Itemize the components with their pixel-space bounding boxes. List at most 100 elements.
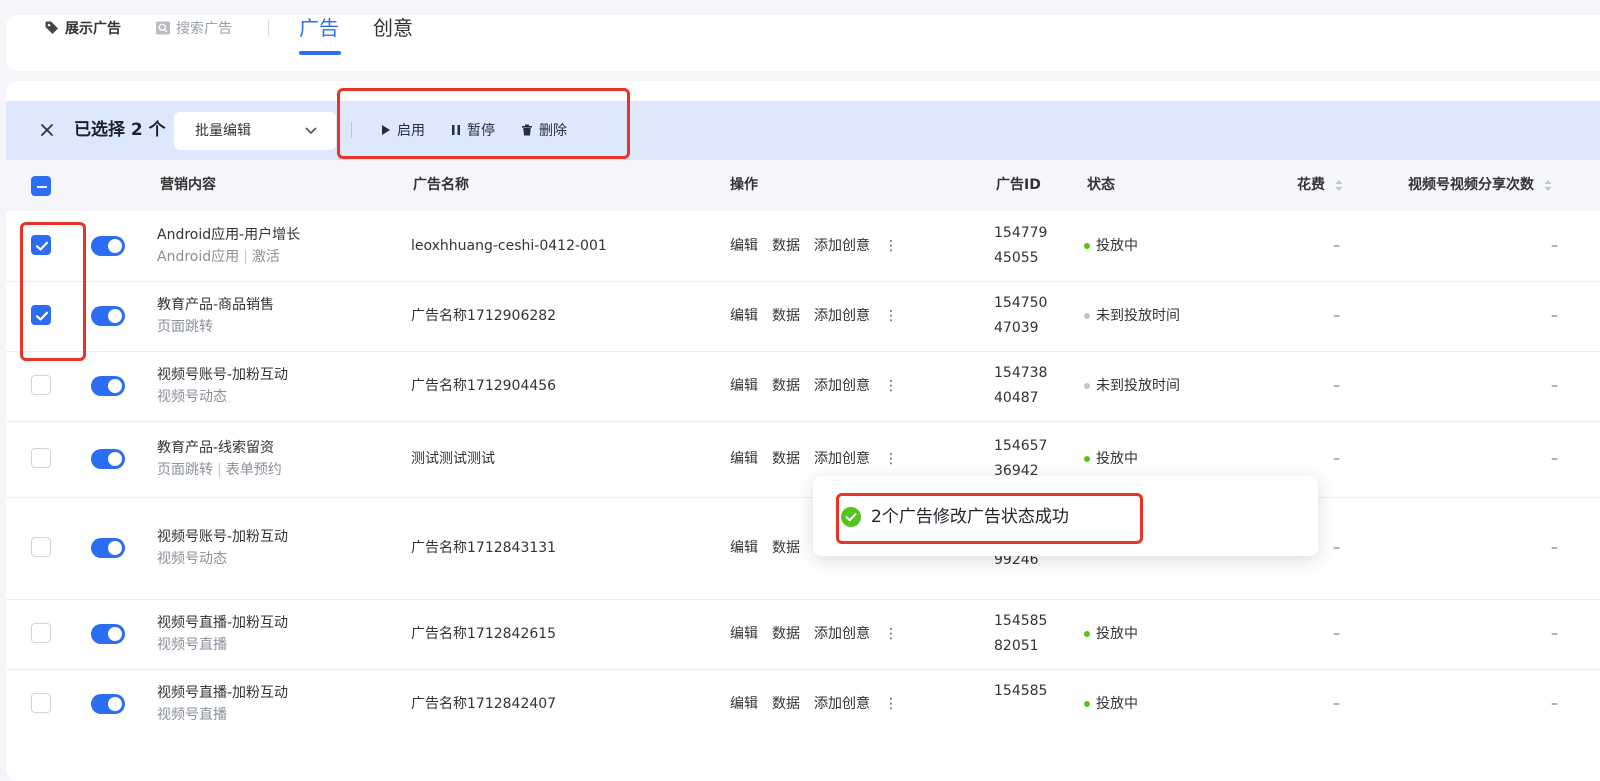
video-shares-value: – — [1551, 238, 1558, 254]
ad-id-line: 154738 — [994, 365, 1048, 381]
delete-button[interactable]: 删除 — [521, 116, 567, 144]
row-operations: 编辑 数据 添加创意 ⋮ — [730, 235, 912, 257]
row-operations: 编辑 数据 添加创意 ⋮ — [730, 693, 912, 715]
add-creative-link[interactable]: 添加创意 — [814, 378, 870, 394]
marketing-subtitle: 视频号直播 — [157, 634, 288, 656]
enable-button[interactable]: 启用 — [381, 116, 425, 144]
ad-id-line: 47039 — [994, 320, 1039, 336]
marketing-subtitle: 页面跳转 — [157, 316, 274, 338]
check-circle-icon — [841, 507, 861, 527]
ad-type-search[interactable]: 搜索广告 — [155, 0, 232, 56]
ad-name: 测试测试测试 — [411, 451, 495, 467]
row-checkbox[interactable] — [31, 448, 51, 468]
ad-status-toggle[interactable] — [91, 624, 125, 644]
ad-type-display[interactable]: 展示广告 — [44, 0, 121, 56]
column-header-cost[interactable]: 花费 — [1297, 160, 1343, 211]
video-shares-value: – — [1551, 451, 1558, 467]
status-badge: 投放中 — [1084, 623, 1138, 645]
marketing-content: Android应用-用户增长 Android应用 | 激活 — [157, 224, 300, 268]
data-link[interactable]: 数据 — [772, 238, 800, 254]
marketing-sub-label: 页面跳转 — [157, 319, 213, 335]
pipe-divider: | — [217, 462, 222, 478]
row-checkbox[interactable] — [31, 537, 51, 557]
tab-creatives[interactable]: 创意 — [373, 0, 413, 56]
ad-name: 广告名称1712904456 — [411, 378, 557, 394]
video-shares-value: – — [1551, 540, 1558, 556]
cost-value: – — [1333, 451, 1340, 467]
cost-value: – — [1333, 238, 1340, 254]
ad-status-toggle[interactable] — [91, 236, 125, 256]
row-operations: 编辑 数据 添加创意 ⋮ — [730, 305, 912, 327]
row-operations: 编辑 数据 添加创意 ⋮ — [730, 448, 912, 470]
more-icon[interactable]: ⋮ — [884, 696, 898, 712]
ad-type-search-label: 搜索广告 — [176, 21, 232, 37]
marketing-content: 教育产品-商品销售 页面跳转 — [157, 294, 274, 338]
ad-status-toggle[interactable] — [91, 306, 125, 326]
row-checkbox[interactable] — [31, 375, 51, 395]
edit-link[interactable]: 编辑 — [730, 540, 758, 556]
more-icon[interactable]: ⋮ — [884, 378, 898, 394]
edit-link[interactable]: 编辑 — [730, 238, 758, 254]
more-icon[interactable]: ⋮ — [884, 451, 898, 467]
edit-link[interactable]: 编辑 — [730, 626, 758, 642]
marketing-sub-label: Android应用 — [157, 249, 240, 265]
row-checkbox[interactable] — [31, 693, 51, 713]
marketing-title: 视频号直播-加粉互动 — [157, 615, 289, 631]
more-icon[interactable]: ⋮ — [884, 238, 898, 254]
add-creative-link[interactable]: 添加创意 — [814, 238, 870, 254]
data-link[interactable]: 数据 — [772, 378, 800, 394]
ad-status-toggle[interactable] — [91, 694, 125, 714]
marketing-subtitle: 视频号动态 — [157, 548, 288, 570]
status-dot — [1084, 313, 1090, 319]
marketing-sub-label: 视频号动态 — [157, 551, 227, 567]
row-checkbox[interactable] — [31, 305, 51, 325]
batch-edit-select[interactable]: 批量编辑 — [174, 112, 336, 150]
marketing-title: 教育产品-线索留资 — [157, 440, 275, 456]
add-creative-link[interactable]: 添加创意 — [814, 626, 870, 642]
ad-id-line: 154779 — [994, 225, 1048, 241]
clear-selection-button[interactable] — [37, 116, 57, 144]
edit-link[interactable]: 编辑 — [730, 451, 758, 467]
top-nav-bar — [6, 15, 1600, 71]
video-shares-value: – — [1551, 308, 1558, 324]
data-link[interactable]: 数据 — [772, 540, 800, 556]
column-header-video-shares[interactable]: 视频号视频分享次数 — [1408, 160, 1552, 211]
sort-icon — [1544, 179, 1552, 191]
ad-status-toggle[interactable] — [91, 449, 125, 469]
more-icon[interactable]: ⋮ — [884, 626, 898, 642]
status-badge: 投放中 — [1084, 448, 1138, 470]
sort-icon — [1335, 179, 1343, 191]
check-icon — [35, 311, 49, 321]
more-icon[interactable]: ⋮ — [884, 308, 898, 324]
select-all-checkbox[interactable] — [31, 176, 51, 196]
data-link[interactable]: 数据 — [772, 626, 800, 642]
tab-ads[interactable]: 广告 — [299, 0, 339, 56]
row-checkbox[interactable] — [31, 623, 51, 643]
row-checkbox[interactable] — [31, 235, 51, 255]
row-separator — [6, 497, 1600, 498]
edit-link[interactable]: 编辑 — [730, 696, 758, 712]
row-separator — [6, 421, 1600, 422]
chevron-down-icon — [305, 127, 317, 135]
divider — [268, 20, 269, 36]
add-creative-link[interactable]: 添加创意 — [814, 451, 870, 467]
table-header — [6, 160, 1600, 211]
marketing-subtitle: 页面跳转 | 表单预约 — [157, 459, 282, 481]
data-link[interactable]: 数据 — [772, 451, 800, 467]
ad-status-toggle[interactable] — [91, 538, 125, 558]
data-link[interactable]: 数据 — [772, 696, 800, 712]
edit-link[interactable]: 编辑 — [730, 308, 758, 324]
ad-status-toggle[interactable] — [91, 376, 125, 396]
row-operations: 编辑 数据 — [730, 537, 814, 559]
column-header-cost-label: 花费 — [1297, 177, 1325, 193]
ad-name: leoxhhuang-ceshi-0412-001 — [411, 238, 607, 254]
cost-value: – — [1333, 540, 1340, 556]
data-link[interactable]: 数据 — [772, 308, 800, 324]
add-creative-link[interactable]: 添加创意 — [814, 696, 870, 712]
divider — [351, 122, 352, 138]
edit-link[interactable]: 编辑 — [730, 378, 758, 394]
column-header-operations: 操作 — [730, 177, 758, 193]
pause-button[interactable]: 暂停 — [451, 116, 495, 144]
status-dot — [1084, 456, 1090, 462]
add-creative-link[interactable]: 添加创意 — [814, 308, 870, 324]
